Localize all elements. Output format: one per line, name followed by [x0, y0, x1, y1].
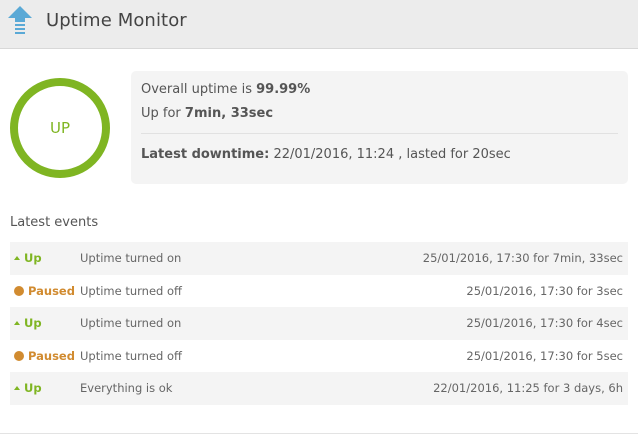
latest-downtime: Latest downtime: 22/01/2016, 11:24 , las… [141, 147, 511, 162]
status-ring: UP [10, 78, 110, 178]
event-time: 25/01/2016, 17:30 for 4sec [466, 316, 623, 330]
status-paused: Paused [14, 275, 75, 308]
event-message: Uptime turned off [80, 348, 182, 363]
triangle-up-icon [14, 321, 20, 325]
up-for-label: Up for [141, 106, 185, 121]
event-message: Uptime turned off [80, 283, 182, 298]
event-status-label: Up [24, 381, 42, 395]
event-message: Everything is ok [80, 381, 173, 395]
status-ring-label: UP [49, 119, 71, 137]
status-up: Up [14, 372, 42, 405]
footer-divider [0, 433, 638, 434]
event-message: Uptime turned on [80, 316, 182, 330]
event-time: 25/01/2016, 17:30 for 7min, 33sec [422, 251, 623, 265]
latest-downtime-value: 22/01/2016, 11:24 , lasted for 20sec [269, 147, 511, 162]
status-up: Up [14, 242, 42, 275]
event-status-label: Up [24, 316, 42, 330]
up-for: Up for 7min, 33sec [141, 106, 273, 121]
triangle-up-icon [14, 256, 20, 260]
event-status-label: Up [24, 251, 42, 265]
status-paused: Paused [14, 340, 75, 373]
event-row: Up Uptime turned on 25/01/2016, 17:30 for … [10, 242, 628, 275]
event-status-label: Paused [28, 348, 75, 363]
summary-panel: Overall uptime is 99.99% Up for 7min, 33… [131, 71, 628, 184]
overall-uptime: Overall uptime is 99.99% [141, 82, 310, 97]
arrow-up-icon [8, 6, 32, 34]
app-title: Uptime Monitor [46, 10, 187, 31]
overall-uptime-label: Overall uptime is [141, 82, 257, 97]
events-title: Latest events [10, 215, 99, 230]
event-time: 22/01/2016, 11:25 for 3 days, 6h [433, 381, 623, 395]
event-row: Up Everything is ok 22/01/2016, 11:25 for … [10, 372, 628, 405]
paused-dot-icon [14, 285, 24, 296]
event-message: Uptime turned on [80, 251, 182, 265]
event-row: Paused Uptime turned off 25/01/2016, 17:30… [10, 340, 628, 373]
triangle-up-icon [14, 386, 20, 390]
up-for-value: 7min, 33sec [184, 106, 274, 121]
summary-divider [141, 133, 618, 134]
event-row: Up Uptime turned on 25/01/2016, 17:30 for … [10, 307, 628, 340]
paused-dot-icon [14, 350, 24, 361]
latest-downtime-label: Latest downtime: [141, 147, 270, 162]
status-up: Up [14, 307, 42, 340]
event-row: Paused Uptime turned off 25/01/2016, 17:30… [10, 275, 628, 308]
app-header: Uptime Monitor [0, 0, 638, 49]
events-list: Up Uptime turned on 25/01/2016, 17:30 for … [10, 242, 628, 405]
event-status-label: Paused [28, 283, 75, 298]
event-time: 25/01/2016, 17:30 for 5sec [466, 348, 623, 363]
overall-uptime-value: 99.99% [256, 82, 311, 97]
event-time: 25/01/2016, 17:30 for 3sec [466, 283, 623, 298]
